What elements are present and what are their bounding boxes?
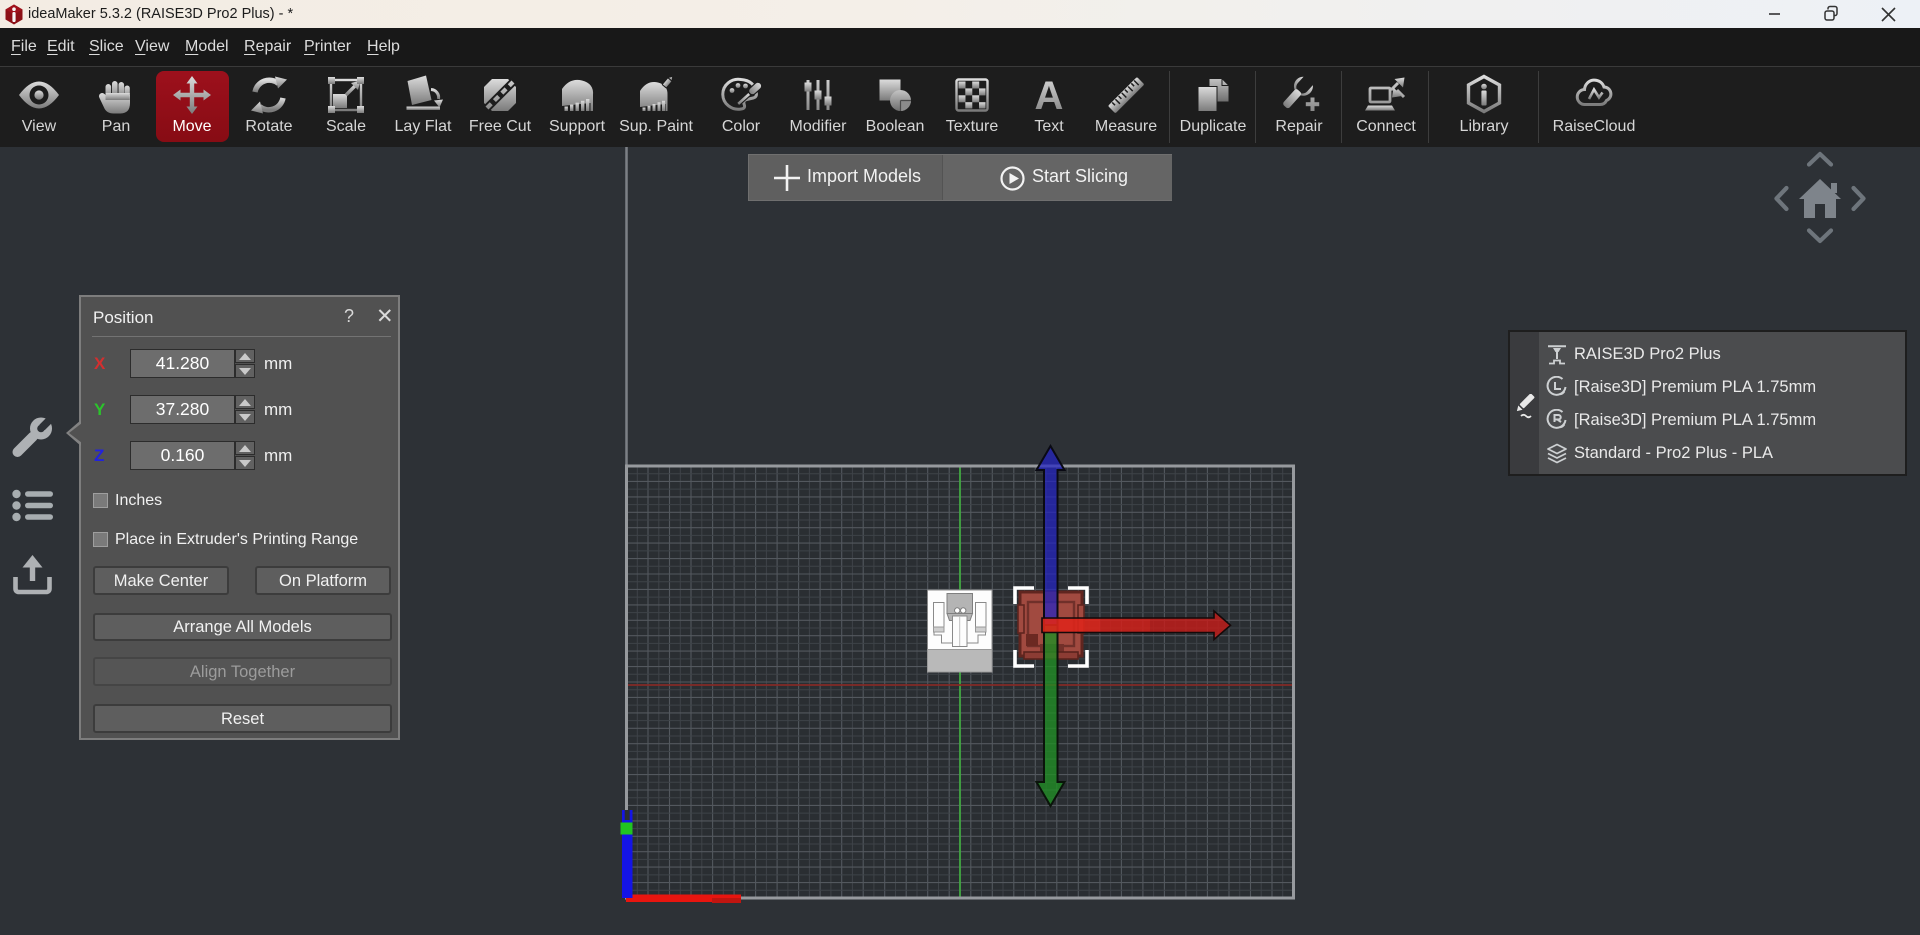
svg-text:A: A — [1035, 74, 1064, 117]
